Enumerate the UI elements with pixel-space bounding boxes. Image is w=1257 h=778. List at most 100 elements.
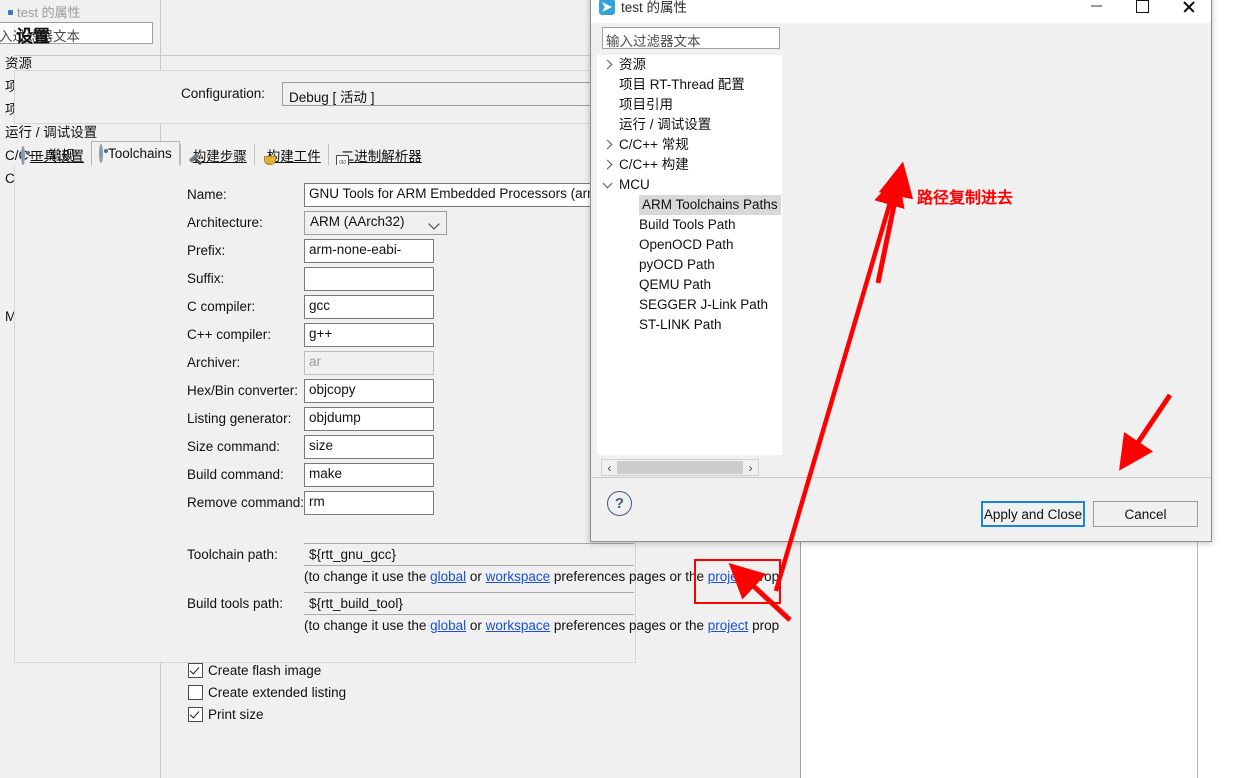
checkbox-row[interactable]: Create flash image — [188, 663, 321, 678]
hint-text: or — [466, 569, 486, 584]
dialog-tree-item[interactable]: C/C++ 常规 — [597, 135, 782, 155]
field-label: Size command: — [187, 439, 281, 454]
help-question-icon[interactable]: ? — [607, 491, 632, 516]
chevron-right-icon[interactable] — [602, 159, 613, 170]
cancel-button[interactable]: Cancel — [1093, 501, 1198, 527]
field-input-listinggenerator[interactable]: objdump — [304, 407, 434, 431]
properties-window-title: test 的属性 — [8, 2, 81, 21]
dialog-tree-item[interactable]: pyOCD Path — [597, 255, 782, 275]
screenshot-root: test 的属性 入过滤器文本 资源项目 RT-Thread 配置项目引用运行 … — [0, 0, 1257, 778]
scroll-left-icon[interactable]: ‹ — [602, 461, 617, 475]
properties-tree-item-label: 运行 / 调试设置 — [5, 125, 98, 140]
field-label: Remove command: — [187, 495, 305, 510]
tab-label: 工具设置 — [30, 149, 84, 164]
project-link[interactable]: project — [708, 618, 749, 633]
dialog-tree-item[interactable]: Build Tools Path — [597, 215, 782, 235]
hint-text: preferences pages or the — [550, 569, 708, 584]
dialog-tree-item[interactable]: C/C++ 构建 — [597, 155, 782, 175]
tab-构建步骤[interactable]: 构建步骤 — [179, 144, 254, 166]
field-input-architecture[interactable]: ARM (AArch32) — [304, 211, 447, 235]
annotation-note: 路径复制进去 — [917, 190, 1014, 207]
chevron-down-icon[interactable] — [428, 218, 440, 230]
field-input-hexbinconverter[interactable]: objcopy — [304, 379, 434, 403]
dialog-tree-item[interactable]: 项目引用 — [597, 95, 782, 115]
wrench-icon — [21, 145, 25, 165]
checkbox-icon[interactable] — [188, 707, 203, 722]
close-icon[interactable] — [1165, 0, 1211, 21]
field-label: Architecture: — [187, 215, 263, 230]
dialog-tree-item[interactable]: ST-LINK Path — [597, 315, 782, 335]
path-label: Toolchain path: — [187, 547, 278, 562]
workspace-link[interactable]: workspace — [486, 569, 551, 584]
tab-工具设置[interactable]: 工具设置 — [14, 144, 91, 166]
hint-text: prop — [748, 569, 780, 584]
path-input[interactable]: ${rtt_gnu_gcc} — [304, 543, 634, 566]
path-input[interactable]: ${rtt_build_tool} — [304, 592, 634, 615]
field-input-suffix[interactable] — [304, 267, 434, 291]
field-input-prefix[interactable]: arm-none-eabi- — [304, 239, 434, 263]
tab-Toolchains[interactable]: Toolchains — [91, 141, 180, 166]
dialog-filter-input[interactable]: 输入过滤器文本 — [602, 27, 780, 49]
checkbox-row[interactable]: Create extended listing — [188, 685, 346, 700]
chevron-down-icon[interactable] — [602, 178, 613, 189]
dialog-tree-item-label: OpenOCD Path — [639, 237, 734, 252]
tab-二进制解析器[interactable]: 010 二进制解析器 — [327, 144, 429, 168]
dialog-tree-item-label: ARM Toolchains Paths — [639, 195, 781, 215]
dialog-tree-item[interactable]: SEGGER J-Link Path — [597, 295, 782, 315]
dialog-tree-item[interactable]: OpenOCD Path — [597, 235, 782, 255]
minimize-icon[interactable] — [1073, 0, 1119, 21]
chevron-right-icon[interactable] — [602, 59, 613, 70]
rtthread-app-icon — [599, 0, 615, 15]
field-input-ccompiler[interactable]: gcc — [304, 295, 434, 319]
checkbox-icon[interactable] — [188, 663, 203, 678]
dialog-tree-item-label: C/C++ 构建 — [619, 157, 689, 172]
checkbox-label: Print size — [208, 707, 264, 722]
field-input-removecommand[interactable]: rm — [304, 491, 434, 515]
page-title: 设置 — [16, 27, 50, 46]
tab-构建工件[interactable]: 构建工件 — [253, 144, 328, 168]
field-input-sizecommand[interactable]: size — [304, 435, 434, 459]
configuration-label: Configuration: — [181, 86, 266, 101]
properties-dialog: test 的属性 输入过滤器文本 资源 项目 RT-Thread 配置项目引用运行… — [590, 0, 1212, 542]
field-input-c++compiler[interactable]: g++ — [304, 323, 434, 347]
project-link[interactable]: project — [708, 569, 749, 584]
field-label: C compiler: — [187, 299, 256, 314]
dialog-tree-item[interactable]: 项目 RT-Thread 配置 — [597, 75, 782, 95]
chevron-right-icon[interactable] — [602, 139, 613, 150]
checkbox-label: Create flash image — [208, 663, 322, 678]
dialog-tree-item-label: pyOCD Path — [639, 257, 715, 272]
field-input-archiver: ar — [304, 351, 434, 375]
dialog-tree-item[interactable]: 运行 / 调试设置 — [597, 115, 782, 135]
scrollbar-thumb[interactable] — [617, 461, 743, 474]
settings-tabs[interactable]: 工具设置 Toolchains 构建步骤 构建工件 010 二进制解析器 — [14, 141, 429, 168]
checkbox-row[interactable]: Print size — [188, 707, 264, 722]
hint-text: prop — [748, 618, 780, 633]
dialog-tree-item-label: ST-LINK Path — [639, 317, 722, 332]
dialog-tree-item-label: 项目引用 — [619, 97, 673, 112]
global-link[interactable]: global — [430, 569, 466, 584]
field-input-name[interactable]: GNU Tools for ARM Embedded Processors (a… — [304, 183, 634, 207]
dialog-tree-item[interactable]: MCU — [597, 175, 782, 195]
scroll-right-icon[interactable]: › — [743, 461, 758, 475]
workspace-link[interactable]: workspace — [486, 618, 551, 633]
checkbox-label: Create extended listing — [208, 685, 347, 700]
dialog-tree-item[interactable]: 资源 — [597, 55, 782, 75]
field-label: Hex/Bin converter: — [187, 383, 299, 398]
dialog-tree-item[interactable]: QEMU Path — [597, 275, 782, 295]
dialog-titlebar[interactable]: test 的属性 — [591, 0, 1211, 23]
dialog-tree-item-label: MCU — [619, 177, 650, 192]
hint-text: or — [466, 618, 486, 633]
maximize-icon[interactable] — [1119, 0, 1165, 21]
field-input-buildcommand[interactable]: make — [304, 463, 434, 487]
global-link[interactable]: global — [430, 618, 466, 633]
field-value: ARM (AArch32) — [310, 214, 405, 229]
apply-and-close-button[interactable]: Apply and Close — [981, 501, 1085, 527]
field-label: Archiver: — [187, 355, 241, 370]
dialog-settings-tree[interactable]: 资源 项目 RT-Thread 配置项目引用运行 / 调试设置 C/C++ 常规 C/… — [597, 55, 782, 455]
checkbox-icon[interactable] — [188, 685, 203, 700]
properties-tree-item-label: 资源 — [5, 56, 32, 71]
dialog-tree-item[interactable]: ARM Toolchains Paths — [597, 195, 782, 215]
tab-label: 二进制解析器 — [340, 149, 422, 164]
properties-window-title-text: test 的属性 — [17, 5, 81, 20]
dialog-tree-hscrollbar[interactable]: ‹ › — [601, 459, 759, 476]
